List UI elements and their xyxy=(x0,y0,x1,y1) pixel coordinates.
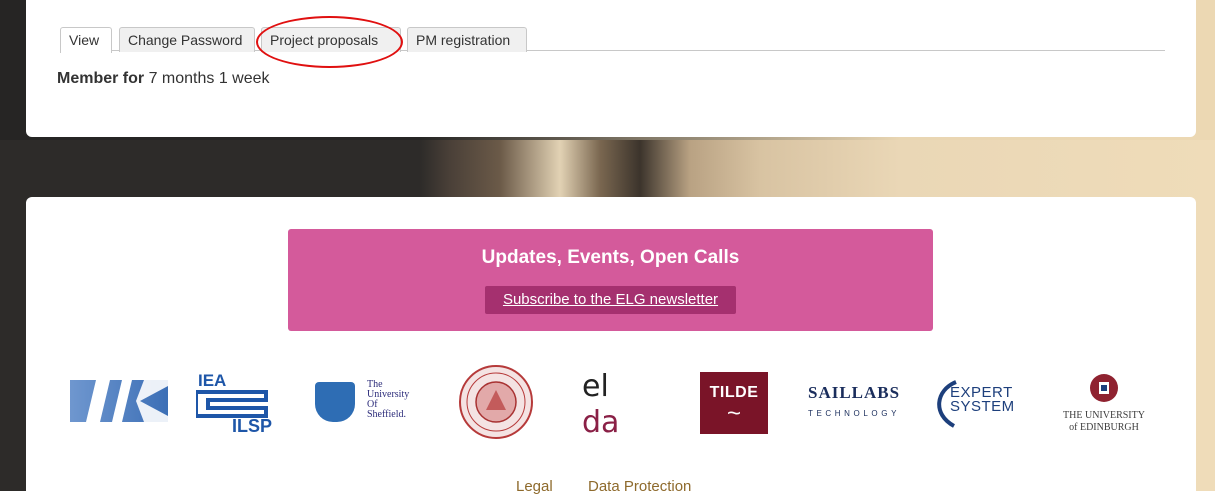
elda-text-bottom: da xyxy=(582,405,619,436)
legal-link[interactable]: Legal xyxy=(516,478,553,495)
tilde-wave-icon: ~ xyxy=(726,400,741,427)
elda-text-top: el xyxy=(582,370,609,404)
saillabs-title: SAILLABS xyxy=(808,383,901,402)
sheffield-crest-icon xyxy=(315,382,355,422)
tab-pm-registration[interactable]: PM registration xyxy=(407,27,527,52)
expert-system-text: EXPERT SYSTEM xyxy=(950,385,1015,415)
profile-tabs: View Change Password Project proposals P… xyxy=(60,27,1165,53)
user-profile-panel xyxy=(26,0,1196,137)
subscribe-link[interactable]: Subscribe to the ELG newsletter xyxy=(485,286,736,314)
dfki-logo[interactable] xyxy=(70,380,168,422)
expert-system-logo[interactable]: EXPERT SYSTEM xyxy=(930,380,1030,428)
edinburgh-line-1: THE UNIVERSITY xyxy=(1063,410,1145,421)
data-protection-link[interactable]: Data Protection xyxy=(588,478,691,495)
newsletter-box: Updates, Events, Open Calls Subscribe to… xyxy=(288,229,933,331)
edinburgh-text: THE UNIVERSITY of EDINBURGH xyxy=(1052,410,1156,434)
sheffield-logo[interactable]: The University Of Sheffield. xyxy=(315,380,415,428)
elda-logo[interactable]: el da xyxy=(580,369,640,440)
expert-line-2: SYSTEM xyxy=(950,398,1015,415)
edinburgh-line-2: of EDINBURGH xyxy=(1069,422,1139,433)
tab-change-password[interactable]: Change Password xyxy=(119,27,255,52)
member-duration: Member for 7 months 1 week xyxy=(57,70,270,88)
university-seal-logo[interactable] xyxy=(458,364,534,440)
edinburgh-crest-icon xyxy=(1090,374,1118,402)
sheffield-text: The University Of Sheffield. xyxy=(367,380,409,420)
ilsp-logo[interactable]: IEA ILSP xyxy=(194,370,284,436)
edinburgh-logo[interactable]: THE UNIVERSITY of EDINBURGH xyxy=(1052,372,1156,438)
saillabs-logo[interactable]: SAILLABS TECHNOLOGY xyxy=(808,383,908,423)
tilde-logo[interactable]: TILDE ~ xyxy=(700,372,768,434)
member-value: 7 months 1 week xyxy=(148,70,270,87)
sheffield-line-4: Sheffield. xyxy=(367,409,406,420)
tab-project-proposals[interactable]: Project proposals xyxy=(261,27,401,52)
member-label: Member for xyxy=(57,70,145,87)
ilsp-text-bottom: ILSP xyxy=(232,416,272,434)
saillabs-subtitle: TECHNOLOGY xyxy=(808,409,901,418)
tab-view[interactable]: View xyxy=(60,27,112,53)
ilsp-text-top: IEA xyxy=(198,371,226,390)
newsletter-title: Updates, Events, Open Calls xyxy=(481,247,740,268)
